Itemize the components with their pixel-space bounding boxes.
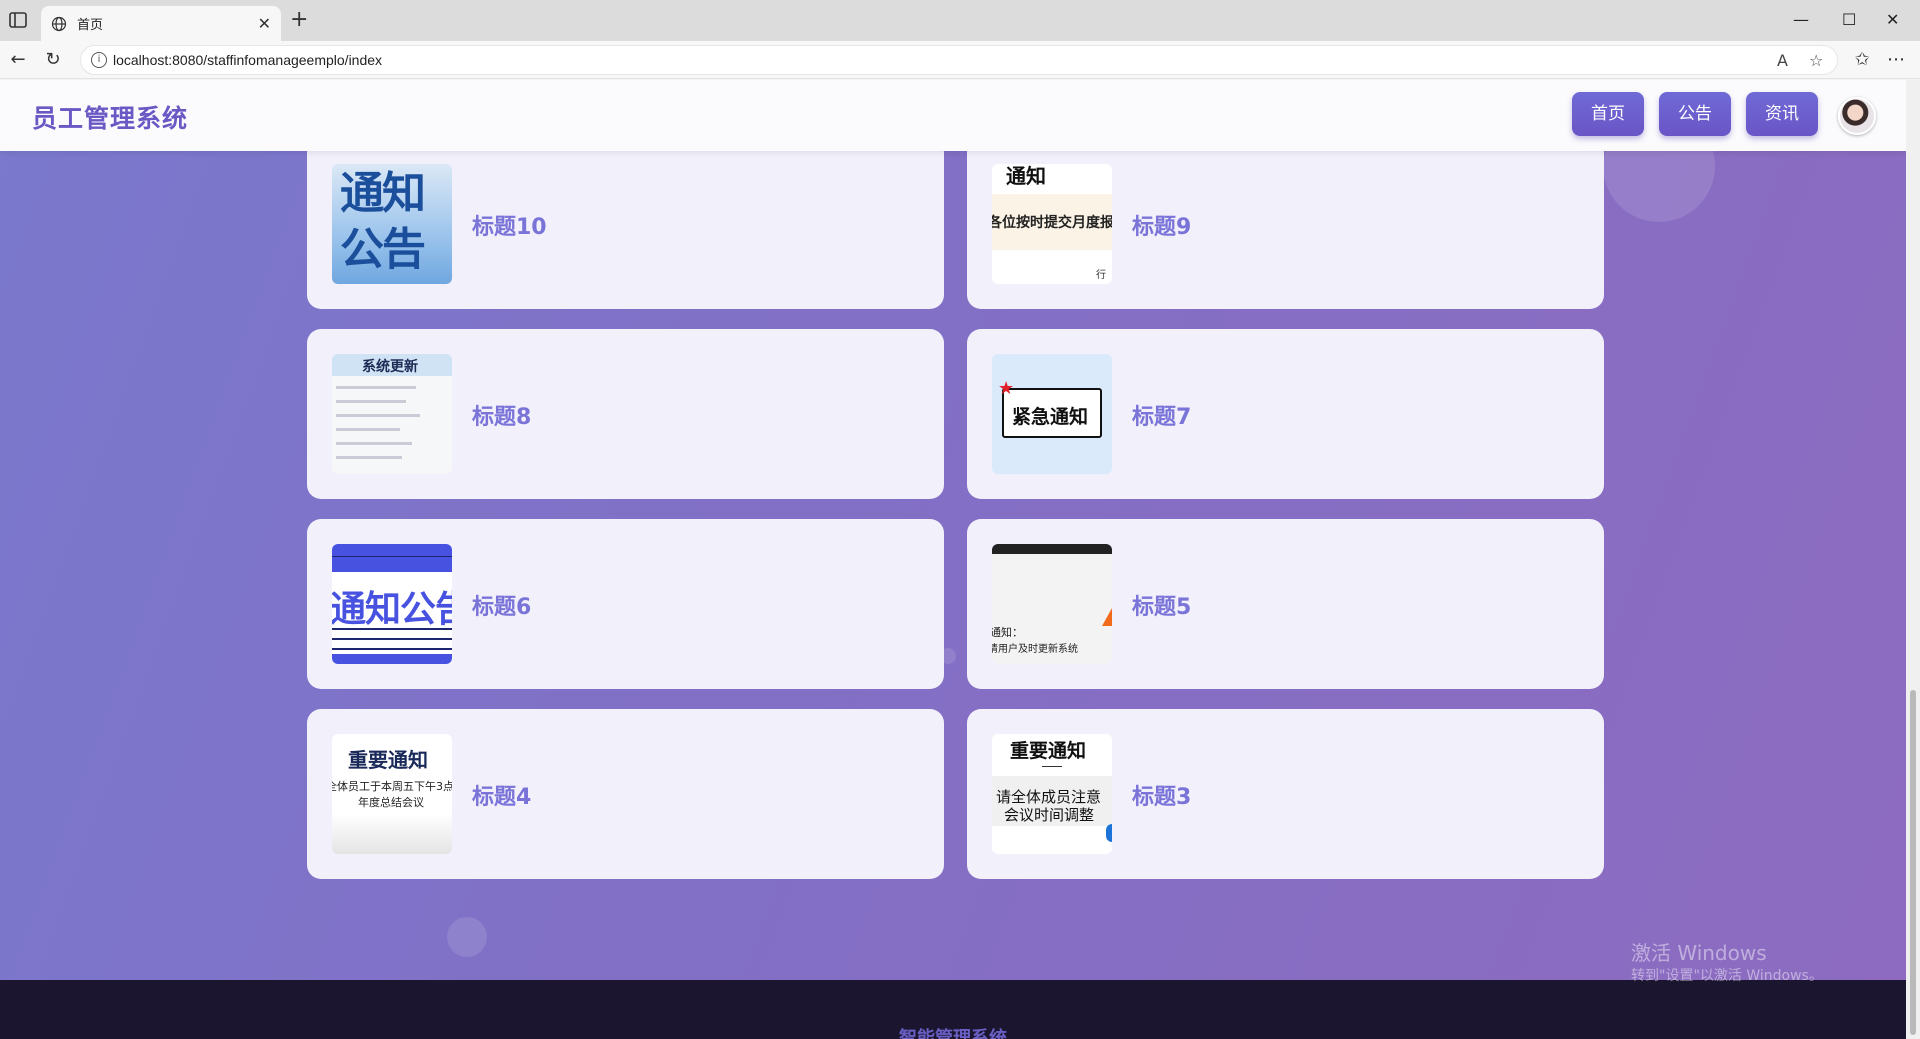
thumbnail-text: 通知：	[992, 626, 1023, 639]
news-card[interactable]: 系统更新 标题8	[307, 329, 944, 499]
thumbnail-text: 重要通知	[348, 748, 428, 772]
card-title[interactable]: 标题8	[472, 399, 531, 431]
card-thumbnail: 通知： 请用户及时更新系统	[992, 544, 1112, 664]
card-title[interactable]: 标题6	[472, 589, 531, 621]
card-thumbnail: 通知 公告	[332, 164, 452, 284]
close-tab-icon[interactable]: ✕	[258, 14, 271, 33]
more-options-icon[interactable]: ⋯	[1886, 50, 1906, 70]
favorite-star-icon[interactable]: ☆	[1809, 51, 1823, 70]
windows-activation-watermark-sub: 转到"设置"以激活 Windows。	[1631, 968, 1823, 984]
thumbnail-text: 全体员工于本周五下午3点召开	[332, 780, 452, 793]
card-thumbnail: 系统更新	[332, 354, 452, 474]
page-footer: 智能管理系统	[0, 980, 1906, 1039]
card-thumbnail: ★ 紧急通知	[992, 354, 1112, 474]
thumbnail-text: 请用户及时更新系统	[992, 644, 1078, 655]
scrollbar-thumb[interactable]	[1910, 690, 1916, 1035]
card-title[interactable]: 标题9	[1132, 209, 1191, 241]
nav-notice-button[interactable]: 公告	[1659, 92, 1731, 136]
thumbnail-text: 紧急通知	[1012, 406, 1089, 428]
nav-news-button[interactable]: 资讯	[1746, 92, 1818, 136]
favorites-icon[interactable]: ✩	[1852, 50, 1872, 70]
card-thumbnail: 重要通知 全体员工于本周五下午3点召开 年度总结会议	[332, 734, 452, 854]
thumbnail-text: 系统更新	[362, 359, 418, 375]
thumbnail-text: 通知公告	[332, 589, 452, 630]
address-bar[interactable]: i localhost:8080/staffinfomanageemplo/in…	[80, 45, 1838, 75]
app-header: 员工管理系统 首页 公告 资讯	[0, 80, 1906, 151]
thumbnail-text: 通知	[340, 168, 426, 219]
page-viewport: 员工管理系统 首页 公告 资讯 通知 公告 标题10 通知 各位按时提交月度报 …	[0, 80, 1906, 1039]
globe-icon	[51, 16, 67, 31]
refresh-icon[interactable]: ↻	[43, 50, 63, 70]
app-title[interactable]: 员工管理系统	[32, 99, 188, 135]
user-avatar[interactable]	[1838, 97, 1876, 135]
card-title[interactable]: 标题10	[472, 209, 547, 241]
close-window-icon[interactable]: ✕	[1886, 10, 1899, 29]
minimize-icon[interactable]: —	[1793, 10, 1809, 29]
read-aloud-icon[interactable]: A	[1777, 51, 1788, 70]
news-card[interactable]: 通知： 请用户及时更新系统 标题5	[967, 519, 1604, 689]
news-card[interactable]: ★ 紧急通知 标题7	[967, 329, 1604, 499]
nav-home-button[interactable]: 首页	[1572, 92, 1644, 136]
site-info-icon[interactable]: i	[91, 52, 107, 68]
news-card[interactable]: 通知 各位按时提交月度报 行政 标题9	[967, 139, 1604, 309]
browser-tab-bar: 首页 ✕ + — ☐ ✕	[0, 0, 1920, 41]
windows-activation-watermark: 激活 Windows	[1631, 941, 1767, 965]
news-card[interactable]: 重要通知 请全体成员注意 会议时间调整 标题3	[967, 709, 1604, 879]
card-title[interactable]: 标题4	[472, 779, 531, 811]
card-thumbnail: 通知 各位按时提交月度报 行政	[992, 164, 1112, 284]
new-tab-icon[interactable]: +	[290, 9, 308, 31]
thumbnail-text: 通知	[1006, 164, 1046, 188]
card-title[interactable]: 标题7	[1132, 399, 1191, 431]
tab-title: 首页	[77, 18, 104, 33]
maximize-icon[interactable]: ☐	[1842, 10, 1856, 29]
card-thumbnail: 重要通知 请全体成员注意 会议时间调整	[992, 734, 1112, 854]
footer-title: 智能管理系统	[899, 1028, 1007, 1039]
thumbnail-text: 会议时间调整	[1004, 806, 1095, 824]
card-thumbnail: 通知公告	[332, 544, 452, 664]
page-scrollbar[interactable]	[1906, 80, 1920, 1039]
card-title[interactable]: 标题3	[1132, 779, 1191, 811]
news-card[interactable]: 重要通知 全体员工于本周五下午3点召开 年度总结会议 标题4	[307, 709, 944, 879]
address-bar-row: ← ↻ i localhost:8080/staffinfomanageempl…	[0, 41, 1920, 79]
thumbnail-text: 公告	[340, 224, 426, 275]
back-icon[interactable]: ←	[8, 50, 28, 70]
thumbnail-text: 行政	[1096, 270, 1106, 281]
browser-tab[interactable]: 首页 ✕	[41, 6, 281, 41]
thumbnail-text: 各位按时提交月度报	[992, 215, 1112, 231]
news-card[interactable]: 通知 公告 标题10	[307, 139, 944, 309]
thumbnail-text: 重要通知	[1010, 740, 1087, 762]
star-icon: ★	[998, 378, 1015, 399]
news-card[interactable]: 通知公告 标题6	[307, 519, 944, 689]
thumbnail-text: 年度总结会议	[358, 796, 424, 809]
url-text[interactable]: localhost:8080/staffinfomanageemplo/inde…	[113, 52, 382, 68]
sidebar-toggle-icon[interactable]	[8, 10, 28, 30]
card-title[interactable]: 标题5	[1132, 589, 1191, 621]
decorative-bubble	[447, 917, 487, 957]
